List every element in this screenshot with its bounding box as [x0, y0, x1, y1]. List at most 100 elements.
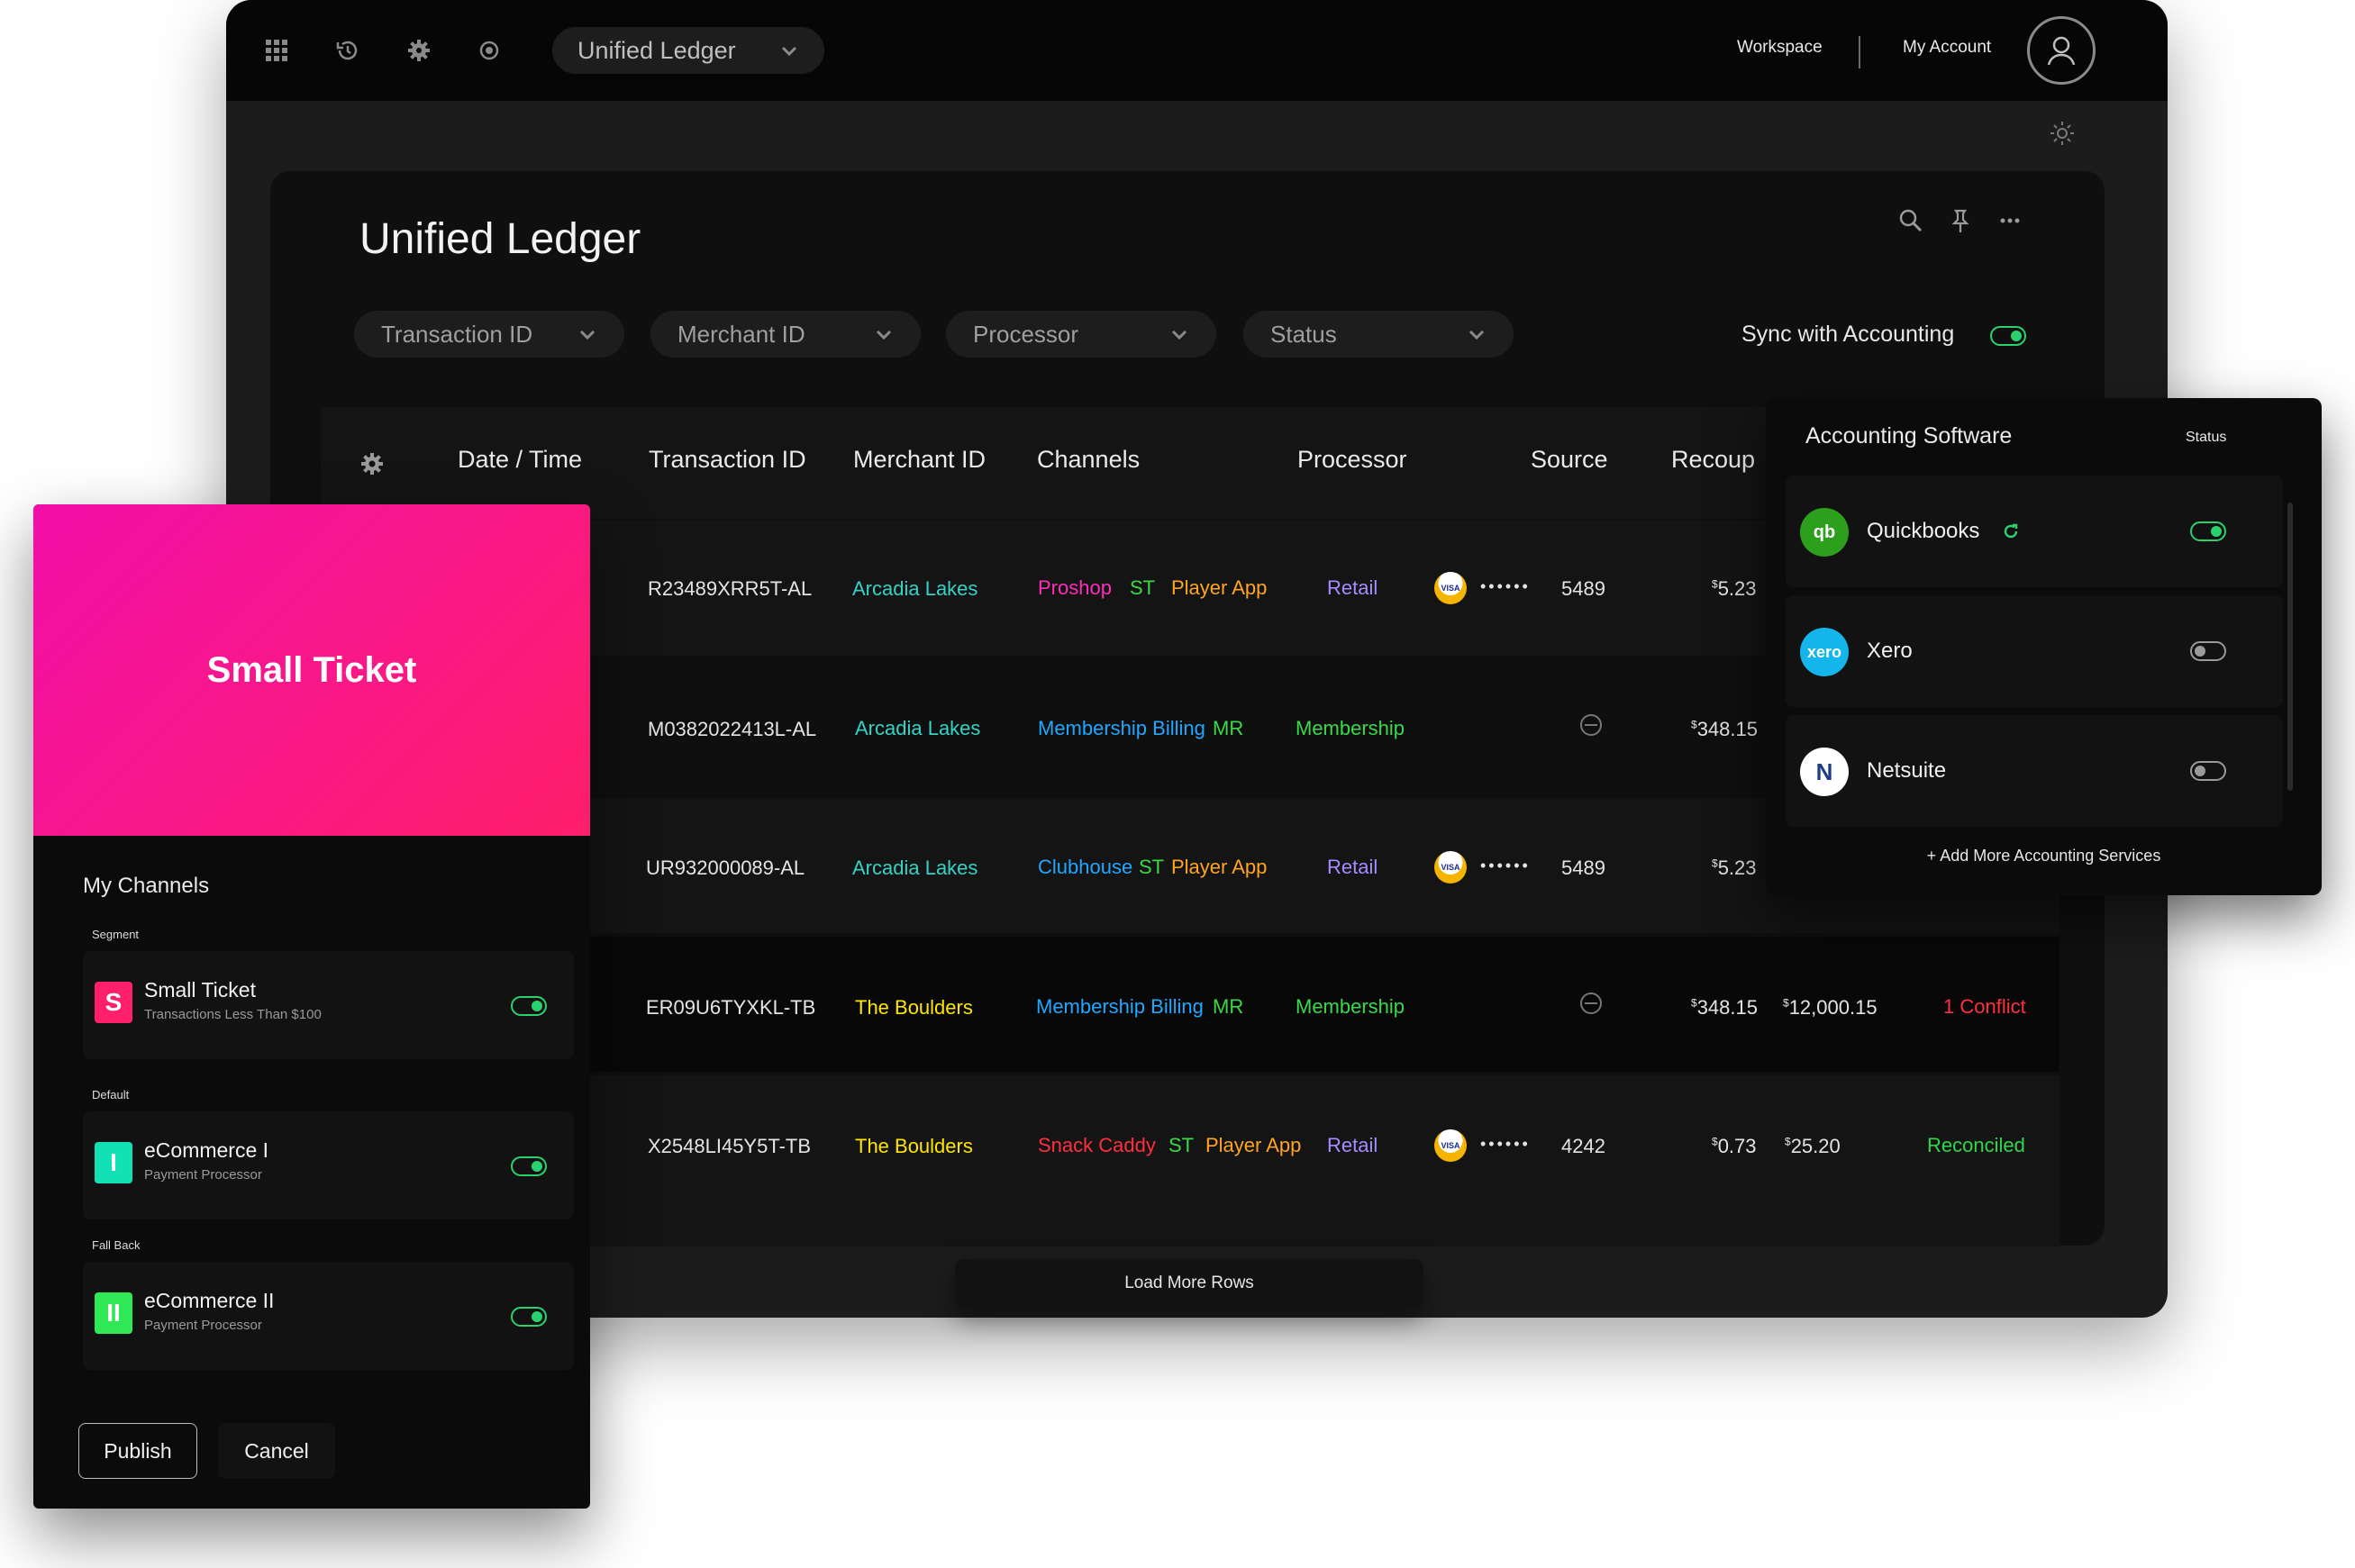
my-account-link[interactable]: My Account	[1903, 38, 1991, 58]
cell-transaction-id[interactable]: UR932000089-AL	[646, 857, 805, 880]
cell-channel-tag: ST	[1130, 576, 1156, 599]
column-header-transaction-id[interactable]: Transaction ID	[649, 446, 806, 474]
netsuite-logo-icon: N	[1800, 748, 1849, 796]
cell-status-conflict[interactable]: 1 Conflict	[1943, 995, 2026, 1019]
channel-item-ecommerce-1[interactable]: I eCommerce I Payment Processor	[83, 1111, 574, 1219]
column-header-source[interactable]: Source	[1531, 446, 1608, 474]
quickbooks-logo-icon: qb	[1800, 508, 1849, 557]
cell-recoup: $5.23	[1712, 857, 1757, 879]
cell-channel: Player App	[1171, 856, 1268, 878]
cell-merchant[interactable]: The Boulders	[855, 996, 973, 1020]
more-options-icon[interactable]	[1996, 207, 2023, 234]
channel-subtitle: Transactions Less Than $100	[144, 1007, 322, 1022]
cell-channel-tag: MR	[1213, 995, 1244, 1018]
channel-subtitle: Payment Processor	[144, 1318, 262, 1333]
cell-merchant[interactable]: The Boulders	[855, 1135, 973, 1158]
cell-processor: Membership	[1296, 995, 1405, 1018]
history-icon[interactable]	[332, 34, 364, 67]
channel-item-ecommerce-2[interactable]: II eCommerce II Payment Processor	[83, 1262, 574, 1370]
card-brand: VISA	[1441, 1141, 1460, 1150]
quickbooks-toggle[interactable]	[2190, 521, 2226, 541]
app-switcher-dropdown[interactable]: Unified Ledger	[552, 27, 824, 74]
filter-status[interactable]: Status	[1243, 311, 1514, 358]
cell-amount: $25.20	[1785, 1135, 1841, 1157]
pin-icon[interactable]	[1947, 207, 1974, 234]
cell-channel-tag: MR	[1213, 717, 1244, 739]
accounting-name: Quickbooks	[1867, 519, 1980, 543]
card-brand: VISA	[1441, 863, 1460, 872]
small-ticket-toggle[interactable]	[511, 996, 547, 1016]
filter-label: Processor	[973, 320, 1079, 348]
accounting-title: Accounting Software	[1805, 423, 2013, 449]
section-label: Fall Back	[92, 1238, 141, 1252]
chevron-down-icon	[1468, 330, 1485, 340]
ecommerce-2-toggle[interactable]	[511, 1307, 547, 1327]
netsuite-toggle[interactable]	[2190, 761, 2226, 781]
card-last4: 5489	[1561, 577, 1605, 600]
cell-merchant[interactable]: Arcadia Lakes	[852, 577, 977, 601]
visa-card-icon: VISA	[1434, 1129, 1467, 1162]
accounting-software-popover: Accounting Software Status qb Quickbooks…	[1766, 398, 2322, 895]
section-label: Default	[92, 1088, 130, 1101]
cell-processor: Retail	[1327, 856, 1378, 878]
apps-grid-icon[interactable]	[260, 34, 293, 67]
theme-toggle-icon[interactable]	[2049, 120, 2076, 147]
publish-button[interactable]: Publish	[78, 1423, 197, 1479]
channel-subtitle: Payment Processor	[144, 1167, 262, 1183]
visa-card-icon: VISA	[1434, 572, 1467, 604]
column-header-merchant-id[interactable]: Merchant ID	[853, 446, 986, 474]
accounting-scrollbar[interactable]	[2284, 481, 2296, 823]
add-accounting-services-link[interactable]: + Add More Accounting Services	[1766, 847, 2322, 866]
column-header-date-time[interactable]: Date / Time	[458, 446, 582, 474]
channel-item-small-ticket[interactable]: S Small Ticket Transactions Less Than $1…	[83, 951, 574, 1059]
small-ticket-badge-icon: S	[95, 982, 132, 1023]
filter-label: Merchant ID	[677, 320, 805, 348]
cell-channel: Membership Billing	[1036, 995, 1204, 1018]
cell-channel-tag: ST	[1139, 856, 1165, 878]
cell-transaction-id[interactable]: ER09U6TYXKL-TB	[646, 996, 815, 1020]
cell-amount: $12,000.15	[1783, 996, 1878, 1019]
search-icon[interactable]	[1897, 207, 1924, 234]
cancel-button[interactable]: Cancel	[218, 1423, 335, 1479]
card-last4: 4242	[1561, 1135, 1605, 1157]
accounting-row-xero[interactable]: xero Xero	[1786, 595, 2283, 707]
workspace-link[interactable]: Workspace	[1737, 38, 1823, 58]
cell-transaction-id[interactable]: R23489XRR5T-AL	[648, 577, 812, 601]
cell-transaction-id[interactable]: X2548LI45Y5T-TB	[648, 1135, 811, 1158]
visa-card-icon: VISA	[1434, 851, 1467, 884]
filter-processor[interactable]: Processor	[946, 311, 1216, 358]
column-header-processor[interactable]: Processor	[1297, 446, 1407, 474]
xero-logo-icon: xero	[1800, 628, 1849, 676]
cell-transaction-id[interactable]: M0382022413L-AL	[648, 718, 816, 741]
settings-gear-icon[interactable]	[403, 34, 435, 67]
chevron-down-icon	[579, 330, 596, 340]
cell-merchant[interactable]: Arcadia Lakes	[852, 857, 977, 880]
record-icon[interactable]	[473, 34, 505, 67]
cell-channel: Clubhouse	[1038, 856, 1133, 878]
cell-recoup: $348.15	[1691, 718, 1758, 740]
sync-accounting-label: Sync with Accounting	[1741, 322, 1955, 347]
scrollbar-thumb[interactable]	[2287, 503, 2293, 791]
user-avatar[interactable]	[2027, 16, 2096, 85]
sync-accounting-toggle[interactable]	[1990, 326, 2026, 346]
channel-hero: Small Ticket	[33, 504, 590, 836]
column-header-recoup[interactable]: Recoup	[1671, 446, 1755, 474]
cell-channel: Player App	[1171, 576, 1268, 599]
filter-merchant-id[interactable]: Merchant ID	[650, 311, 921, 358]
channel-hero-title: Small Ticket	[206, 649, 417, 690]
column-header-channels[interactable]: Channels	[1037, 446, 1140, 474]
cell-status-reconciled[interactable]: Reconciled	[1927, 1134, 2025, 1157]
filter-transaction-id[interactable]: Transaction ID	[354, 311, 624, 358]
cell-processor: Membership	[1296, 717, 1405, 739]
section-label: Segment	[92, 928, 140, 941]
cell-merchant[interactable]: Arcadia Lakes	[855, 717, 980, 740]
card-mask: ••••••	[1480, 1135, 1531, 1153]
accounting-row-quickbooks[interactable]: qb Quickbooks	[1786, 476, 2283, 587]
accounting-status-header: Status	[2186, 430, 2227, 445]
load-more-rows-button[interactable]: Load More Rows	[955, 1259, 1423, 1308]
column-settings-gear-icon[interactable]	[359, 450, 386, 477]
accounting-row-netsuite[interactable]: N Netsuite	[1786, 715, 2283, 827]
ecommerce-1-toggle[interactable]	[511, 1156, 547, 1176]
card-mask: ••••••	[1480, 857, 1531, 875]
xero-toggle[interactable]	[2190, 641, 2226, 661]
